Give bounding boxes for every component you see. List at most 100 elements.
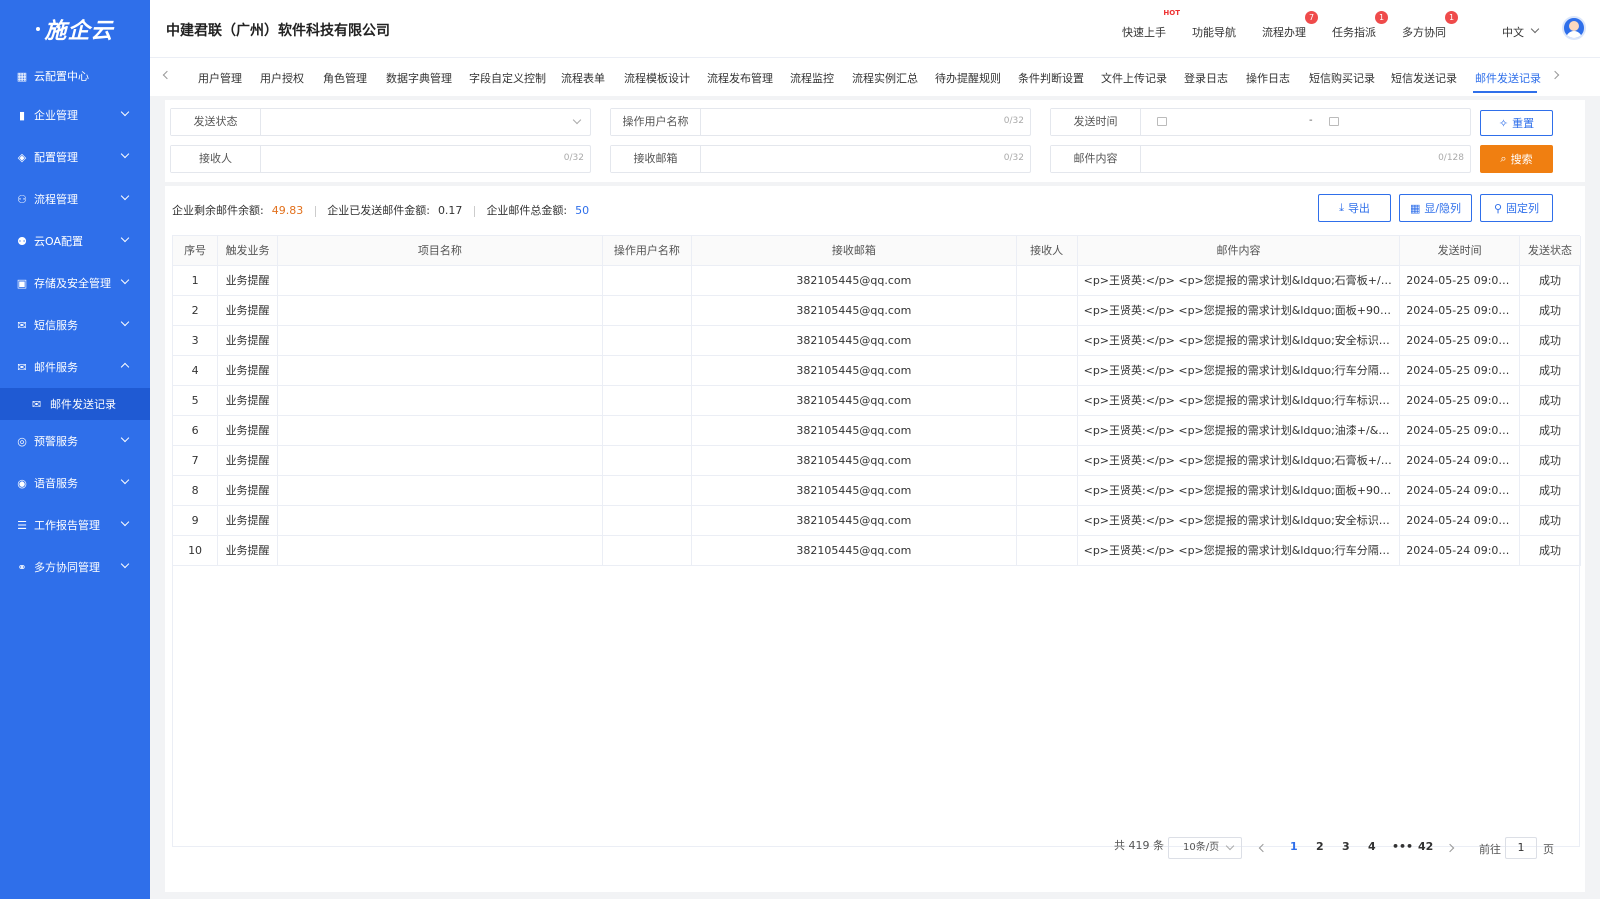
toggle-columns-button[interactable]: ▦ 显/隐列 bbox=[1399, 194, 1472, 222]
column-header[interactable]: 邮件内容 bbox=[1077, 236, 1401, 266]
export-button[interactable]: ⤓ 导出 bbox=[1318, 194, 1391, 222]
table-cell bbox=[1016, 385, 1078, 416]
tab-item[interactable]: 登录日志 bbox=[1184, 70, 1228, 86]
table-row[interactable]: 3 业务提醒 382105445@qq.com <p>王贤英:</p> <p>您提报的… bbox=[173, 325, 1581, 356]
tab-item[interactable]: 流程监控 bbox=[790, 70, 834, 86]
table-cell bbox=[277, 505, 603, 536]
tab-item[interactable]: 用户授权 bbox=[260, 70, 304, 86]
tab-item[interactable]: 文件上传记录 bbox=[1101, 70, 1167, 86]
page-number[interactable]: ••• bbox=[1392, 840, 1413, 853]
header-nav-item[interactable]: 快速上手 HOT bbox=[1122, 9, 1180, 40]
table-row[interactable]: 1 业务提醒 382105445@qq.com <p>王贤英:</p> <p>您提报的… bbox=[173, 265, 1581, 296]
tab-scroll-left-icon[interactable] bbox=[162, 70, 172, 80]
sidebar-item[interactable]: ✉ 短信服务 bbox=[0, 304, 150, 346]
send-status-select[interactable]: 发送状态 bbox=[170, 108, 591, 136]
table-row[interactable]: 4 业务提醒 382105445@qq.com <p>王贤英:</p> <p>您提报的… bbox=[173, 355, 1581, 386]
sidebar-item[interactable]: ✉ 邮件服务 bbox=[0, 346, 150, 388]
page-number[interactable]: 1 bbox=[1290, 840, 1298, 853]
header-nav-item[interactable]: 功能导航 bbox=[1192, 24, 1236, 40]
table-row[interactable]: 8 业务提醒 382105445@qq.com <p>王贤英:</p> <p>您提报的… bbox=[173, 475, 1581, 506]
column-header[interactable]: 接收人 bbox=[1016, 236, 1078, 266]
tab-item[interactable]: 角色管理 bbox=[323, 70, 367, 86]
tab-item[interactable]: 数据字典管理 bbox=[386, 70, 452, 86]
sidebar-subitem-label: 邮件发送记录 bbox=[50, 398, 116, 411]
column-header[interactable]: 操作用户名称 bbox=[602, 236, 693, 266]
layers-icon: ◈ bbox=[17, 150, 27, 164]
content-card: 发送状态 操作用户名称 0/32 发送时间 - ✧ 重置 接收人 0/32 接收邮… bbox=[165, 100, 1585, 892]
column-header[interactable]: 序号 bbox=[173, 236, 219, 266]
table-row[interactable]: 7 业务提醒 382105445@qq.com <p>王贤英:</p> <p>您提报的… bbox=[173, 445, 1581, 476]
tab-item[interactable]: 邮件发送记录 bbox=[1475, 70, 1541, 86]
tab-item[interactable]: 用户管理 bbox=[198, 70, 242, 86]
column-header[interactable]: 发送时间 bbox=[1399, 236, 1521, 266]
email-input[interactable]: 接收邮箱 0/32 bbox=[610, 145, 1031, 173]
column-header[interactable]: 触发业务 bbox=[217, 236, 278, 266]
tab-item[interactable]: 条件判断设置 bbox=[1018, 70, 1084, 86]
count-badge: 7 bbox=[1305, 11, 1318, 24]
sidebar-subitem-mail-records[interactable]: ✉ 邮件发送记录 bbox=[0, 388, 150, 420]
column-header[interactable]: 项目名称 bbox=[277, 236, 603, 266]
tab-item[interactable]: 流程模板设计 bbox=[624, 70, 690, 86]
sidebar-item-label: 云OA配置 bbox=[34, 235, 83, 248]
balance-stats: 企业剩余邮件余额: 49.83 企业已发送邮件金额: 0.17 企业邮件总金额: 50 bbox=[172, 202, 589, 218]
page-number[interactable]: 4 bbox=[1368, 840, 1376, 853]
tab-item[interactable]: 短信发送记录 bbox=[1391, 70, 1457, 86]
sidebar-item[interactable]: ▦ 云配置中心 bbox=[0, 58, 150, 94]
tab-item[interactable]: 字段自定义控制 bbox=[469, 70, 546, 86]
header-nav-item[interactable]: 多方协同 1 bbox=[1402, 11, 1458, 40]
page-number[interactable]: 42 bbox=[1418, 840, 1433, 853]
table-cell bbox=[602, 505, 693, 536]
char-count: 0/128 bbox=[1438, 153, 1464, 163]
content-input[interactable]: 邮件内容 0/128 bbox=[1050, 145, 1471, 173]
reset-button[interactable]: ✧ 重置 bbox=[1480, 110, 1553, 136]
send-time-range[interactable]: 发送时间 - bbox=[1050, 108, 1471, 136]
sidebar-item[interactable]: ◈ 配置管理 bbox=[0, 136, 150, 178]
table-cell bbox=[602, 445, 693, 476]
table-cell: 成功 bbox=[1519, 445, 1581, 476]
table-row[interactable]: 10 业务提醒 382105445@qq.com <p>王贤英:</p> <p>您提报… bbox=[173, 535, 1581, 566]
table-row[interactable]: 2 业务提醒 382105445@qq.com <p>王贤英:</p> <p>您提报的… bbox=[173, 295, 1581, 326]
page-number[interactable]: 2 bbox=[1316, 840, 1324, 853]
header-nav-item[interactable]: 任务指派 1 bbox=[1332, 11, 1388, 40]
table-cell: 2024-05-24 09:04:16 bbox=[1399, 505, 1521, 536]
sidebar-item[interactable]: ◎ 预警服务 bbox=[0, 420, 150, 462]
column-header[interactable]: 接收邮箱 bbox=[691, 236, 1017, 266]
sidebar-item[interactable]: ▣ 存储及安全管理 bbox=[0, 262, 150, 304]
sidebar-item[interactable]: ◉ 语音服务 bbox=[0, 462, 150, 504]
pin-columns-button[interactable]: ⚲ 固定列 bbox=[1480, 194, 1553, 222]
sidebar-item[interactable]: ⚉ 云OA配置 bbox=[0, 220, 150, 262]
operator-input[interactable]: 操作用户名称 0/32 bbox=[610, 108, 1031, 136]
search-icon: ⌕ bbox=[1500, 152, 1507, 165]
search-button[interactable]: ⌕ 搜索 bbox=[1480, 145, 1553, 173]
sidebar-item-label: 预警服务 bbox=[34, 435, 78, 448]
table-row[interactable]: 9 业务提醒 382105445@qq.com <p>王贤英:</p> <p>您提报的… bbox=[173, 505, 1581, 536]
table-cell bbox=[1016, 265, 1078, 296]
page-number[interactable]: 3 bbox=[1342, 840, 1350, 853]
tab-item[interactable]: 流程表单 bbox=[561, 70, 605, 86]
goto-page-input[interactable]: 1 bbox=[1505, 837, 1537, 859]
tab-item[interactable]: 流程发布管理 bbox=[707, 70, 773, 86]
email-label: 接收邮箱 bbox=[611, 146, 701, 172]
table-row[interactable]: 5 业务提醒 382105445@qq.com <p>王贤英:</p> <p>您提报的… bbox=[173, 385, 1581, 416]
page-size-select[interactable]: 10条/页 bbox=[1168, 837, 1242, 859]
table-cell: 2024-05-25 09:02:... bbox=[1399, 385, 1521, 416]
sidebar-item[interactable]: ⚇ 流程管理 bbox=[0, 178, 150, 220]
table-cell: 6 bbox=[173, 415, 219, 446]
table-cell bbox=[602, 265, 693, 296]
tab-item[interactable]: 操作日志 bbox=[1246, 70, 1290, 86]
total-label: 企业邮件总金额: bbox=[486, 204, 568, 217]
tab-item[interactable]: 待办提醒规则 bbox=[935, 70, 1001, 86]
sidebar-item[interactable]: ☰ 工作报告管理 bbox=[0, 504, 150, 546]
column-header[interactable]: 发送状态 bbox=[1519, 236, 1581, 266]
receiver-input[interactable]: 接收人 0/32 bbox=[170, 145, 591, 173]
sidebar-item[interactable]: ▮ 企业管理 bbox=[0, 94, 150, 136]
tab-scroll-right-icon[interactable] bbox=[1550, 70, 1560, 80]
tab-item[interactable]: 短信购买记录 bbox=[1309, 70, 1375, 86]
chevron-down-icon bbox=[572, 115, 582, 125]
sidebar-item[interactable]: ⚭ 多方协同管理 bbox=[0, 546, 150, 588]
tab-item[interactable]: 流程实例汇总 bbox=[852, 70, 918, 86]
header-nav-item[interactable]: 流程办理 7 bbox=[1262, 11, 1318, 40]
language-select[interactable]: 中文 bbox=[1502, 24, 1524, 40]
avatar[interactable] bbox=[1562, 16, 1586, 40]
table-row[interactable]: 6 业务提醒 382105445@qq.com <p>王贤英:</p> <p>您提报的… bbox=[173, 415, 1581, 446]
